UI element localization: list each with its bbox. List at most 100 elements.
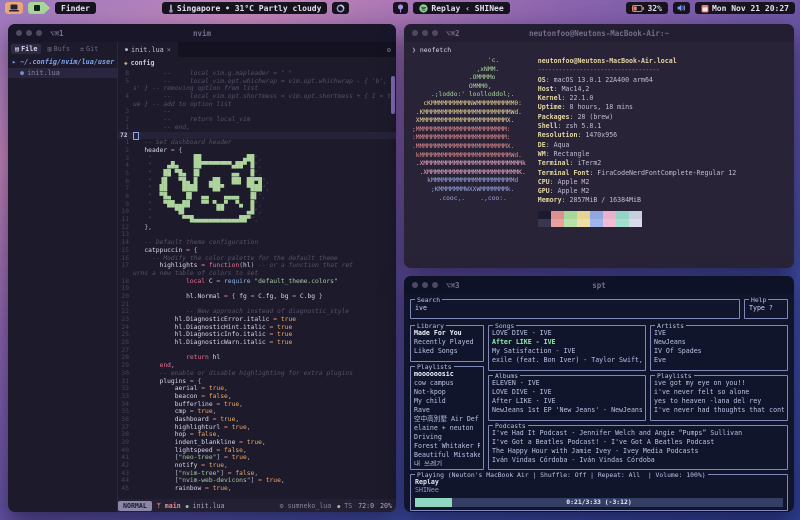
artist-item[interactable]: IV Of Spades (654, 347, 784, 356)
code-line[interactable]: 18 local C = require "default_theme.colo… (118, 278, 396, 286)
code-line[interactable]: 4 " ▄█▄ ██▀▀▀▀▀▀▀▀▄██▀ █", (118, 162, 396, 170)
search-input[interactable]: ive (411, 300, 739, 312)
code-line[interactable]: 7 " ██ ████ ▀██▀ ▀███", (118, 185, 396, 193)
code-line[interactable]: 22 -- New approach instead of diagnostic… (118, 308, 396, 316)
code-line[interactable]: 19 (118, 285, 396, 293)
terminal-titlebar[interactable]: ⌥⌘2 neutonfoo@Neutons-MacBook-Air:~ (404, 24, 794, 42)
library-item[interactable]: Recently Played (414, 338, 480, 347)
playlist-item[interactable]: cow campus (414, 379, 480, 388)
album-item[interactable]: ELEVEN - IVE (492, 379, 642, 388)
zoom-window-button[interactable] (432, 30, 438, 36)
close-window-button[interactable] (412, 282, 418, 288)
now-playing-widget[interactable]: Replay ‹ SHINee (413, 2, 509, 14)
code-line[interactable]: 1 -- end, (118, 124, 396, 132)
code-line[interactable]: 23 hl.DiagnosticError.italic = true (118, 316, 396, 324)
podcast-item[interactable]: The Happy Hour with Jamie Ivey - Ivey Me… (492, 447, 784, 456)
playlist-result-item[interactable]: ive got my eye on you!! (654, 379, 784, 388)
playlist-item[interactable]: moooooosic (414, 370, 480, 379)
editor-scrollbar[interactable] (391, 76, 395, 114)
terminal-content[interactable]: ❯ neofetch 'c. ,xNMM. .OMMMMo OMMM0, .;l… (404, 42, 794, 231)
artist-item[interactable]: NewJeans (654, 338, 784, 347)
code-line[interactable]: 38 hop = false, (118, 431, 396, 439)
code-line[interactable]: 4 -- local_vim.opt.shortmess = vim.opt.s… (118, 93, 396, 101)
song-item[interactable]: exile (feat. Bon Iver) - Taylor Swift, (492, 356, 642, 365)
zoom-window-button[interactable] (36, 30, 42, 36)
podcast-item[interactable]: I've Got a Beatles Podcast! - I've Got A… (492, 438, 784, 447)
code-line[interactable]: 35 cmp = true, (118, 408, 396, 416)
neotree-tab[interactable]: ▤File (11, 44, 41, 54)
code-line[interactable]: 24 hl.DiagnosticHint.italic = true (118, 324, 396, 332)
album-item[interactable]: LOVE DIVE - IVE (492, 388, 642, 397)
code-line[interactable]: 8 " ▀█▄ █▌ ▄▄ ▄▄▄▄ █▌", (118, 193, 396, 201)
code-line[interactable]: urns a new table of colors to set (118, 270, 396, 278)
code-line[interactable]: 2 header = { (118, 147, 396, 155)
code-line[interactable]: 20 hl.Normal = { fg = C.fg, bg = C.bg } (118, 293, 396, 301)
code-line[interactable]: 29 end, (118, 362, 396, 370)
minimize-window-button[interactable] (26, 30, 32, 36)
code-line[interactable]: 41 ["neo-tree"] = true, (118, 454, 396, 462)
song-item[interactable]: My Satisfaction - IVE (492, 347, 642, 356)
nvim-titlebar[interactable]: ⌥⌘1 nvim (8, 24, 396, 42)
code-line[interactable]: s' } -- removing option from list (118, 85, 396, 93)
code-line[interactable]: 31 plugins = { (118, 378, 396, 386)
playlist-item[interactable]: Not-kpop (414, 388, 480, 397)
code-line[interactable]: 36 dashboard = true, (118, 416, 396, 424)
code-line[interactable]: 15 catppuccin = { (118, 247, 396, 255)
neotree-file-item[interactable]: ●init.lua (8, 68, 117, 78)
code-line[interactable]: 10 " ▀█▌ ▀▀ ▄█", (118, 208, 396, 216)
close-window-button[interactable] (16, 30, 22, 36)
neotree-root-path[interactable]: ▸ ~/.config/nvim/lua/user (8, 56, 117, 68)
code-line[interactable]: 42 notify = true, (118, 462, 396, 470)
library-item[interactable]: Made For You (414, 329, 480, 338)
playlist-result-item[interactable]: yes to heaven -lana del rey (654, 397, 784, 406)
code-line[interactable]: 2 -- return local_vim (118, 116, 396, 124)
neotree-tab[interactable]: ▥Bufs (43, 44, 73, 54)
code-line[interactable]: 17 highlights = function(hl) -- or a fun… (118, 262, 396, 270)
zoom-window-button[interactable] (432, 282, 438, 288)
minimize-window-button[interactable] (422, 282, 428, 288)
playlist-item[interactable]: 空中高別墅 Air Def (414, 415, 480, 424)
code-line[interactable]: ue } -- add to option list (118, 101, 396, 109)
battery-widget[interactable]: 32% (626, 2, 667, 14)
code-line[interactable]: 5 " ██ ▀█▄ █▌ ▄▄ █", (118, 170, 396, 178)
playlist-result-item[interactable]: i've never felt so alone (654, 388, 784, 397)
song-item[interactable]: LOVE DIVE - IVE (492, 329, 642, 338)
code-line[interactable]: 28 return hl (118, 354, 396, 362)
podcast-item[interactable]: Iván Vindas Córdoba - Iván Vindas Córdob… (492, 456, 784, 465)
search-box[interactable]: Search ive (410, 299, 740, 319)
close-buffer-icon[interactable]: × (167, 46, 171, 54)
buffer-tab[interactable]: ● init.lua × (118, 42, 178, 57)
code-line[interactable]: 26 hl.DiagnosticWarn.italic = true (118, 339, 396, 347)
code-line[interactable]: 33 beacon = false, (118, 393, 396, 401)
code-line[interactable]: 40 lightspeed = false, (118, 447, 396, 455)
code-line[interactable]: 45 rainbow = true, (118, 485, 396, 493)
song-item[interactable]: After LIKE - IVE (492, 338, 642, 347)
playlist-result-item[interactable]: I've never had thoughts that control me (654, 406, 784, 415)
code-line[interactable]: 37 highlighturl = true, (118, 424, 396, 432)
code-line[interactable]: 39 indent_blankline = true, (118, 439, 396, 447)
code-line[interactable]: 25 hl.DiagnosticInfo.italic = true (118, 331, 396, 339)
playlist-item[interactable]: 내 쓰레기 (414, 460, 480, 466)
code-line[interactable]: 1 -- Set dashboard header (118, 139, 396, 147)
volume-widget[interactable] (673, 2, 690, 14)
album-item[interactable]: NewJeans 1st EP 'New Jeans' - NewJeans (492, 406, 642, 415)
code-line[interactable]: 34 bufferline = true, (118, 401, 396, 409)
playlist-item[interactable]: Driving (414, 433, 480, 442)
code-line[interactable]: 11 " ▀▀█▄▄▄▄▄▄▄▄▄▄▄▄██▀", (118, 216, 396, 224)
active-app-name[interactable]: Finder (55, 2, 96, 14)
playlist-item[interactable]: Rave (414, 406, 480, 415)
playlist-item[interactable]: Forest Whitaker Ra (414, 442, 480, 451)
gear-icon[interactable]: ⚙ (382, 46, 396, 54)
progress-bar[interactable]: 0:21/3:33 (-3:12) (415, 498, 783, 507)
traffic-lights[interactable] (412, 30, 438, 36)
code-line[interactable]: 32 aerial = true, (118, 385, 396, 393)
library-item[interactable]: Liked Songs (414, 347, 480, 356)
code-line[interactable]: 43 ["nvim-tree"] = false, (118, 470, 396, 478)
code-line[interactable]: 14 -- Default theme configuration (118, 239, 396, 247)
podcast-item[interactable]: I've Had It Podcast - Jennifer Welch and… (492, 429, 784, 438)
playlist-item[interactable]: elaine + neuton (414, 424, 480, 433)
close-window-button[interactable] (412, 30, 418, 36)
album-item[interactable]: After LIKE - IVE (492, 397, 642, 406)
terminal-app-icon[interactable] (5, 2, 23, 14)
neotree-tab[interactable]: ±Git (76, 44, 102, 54)
